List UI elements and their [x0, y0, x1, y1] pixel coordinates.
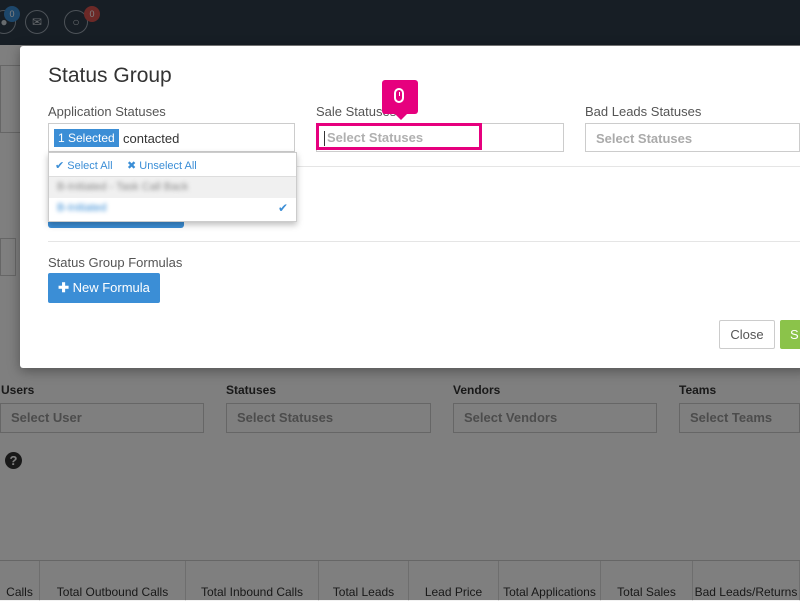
sale-statuses-placeholder: Select Statuses	[327, 130, 424, 145]
save-button[interactable]: S	[780, 320, 800, 349]
application-statuses-dropdown: ✔ Select All ✖ Unselect All B-Initiated …	[48, 152, 297, 222]
close-button[interactable]: Close	[719, 320, 775, 349]
times-icon: ✖	[127, 160, 137, 172]
check-icon: ✔	[55, 160, 65, 172]
dropdown-option-selected[interactable]: B-Initiated ✔	[49, 198, 296, 219]
bad-leads-statuses-label: Bad Leads Statuses	[585, 104, 702, 119]
status-group-modal: Status Group Application Statuses 1 Sele…	[20, 46, 800, 368]
select-all-link[interactable]: ✔ Select All	[55, 159, 113, 172]
bad-leads-statuses-placeholder: Select Statuses	[596, 131, 693, 146]
status-group-formulas-label: Status Group Formulas	[48, 255, 183, 270]
bad-leads-statuses-select[interactable]: Select Statuses	[585, 123, 800, 152]
divider	[48, 241, 800, 242]
option-label: B-Initiated	[57, 202, 107, 214]
dropdown-option[interactable]: B-Initiated - Task Call Back	[49, 177, 296, 198]
application-statuses-label: Application Statuses	[48, 104, 166, 119]
click-indicator	[382, 80, 418, 120]
new-formula-button[interactable]: ✚ New Formula	[48, 273, 160, 303]
plus-icon: ✚	[58, 280, 69, 295]
check-icon: ✔	[277, 201, 288, 215]
unselect-all-link[interactable]: ✖ Unselect All	[127, 159, 197, 172]
divider	[295, 166, 800, 167]
application-statuses-select[interactable]: 1 Selected contacted	[48, 123, 295, 152]
unselect-all-label: Unselect All	[139, 160, 197, 172]
option-label: B-Initiated - Task Call Back	[57, 181, 189, 193]
select-all-label: Select All	[67, 160, 113, 172]
mouse-icon	[394, 88, 404, 103]
modal-title: Status Group	[48, 64, 172, 87]
dropdown-actions: ✔ Select All ✖ Unselect All	[49, 153, 296, 177]
selected-count-tag: 1 Selected	[54, 129, 119, 147]
new-formula-label: New Formula	[72, 280, 150, 295]
text-caret	[324, 131, 325, 146]
application-statuses-value: contacted	[123, 131, 180, 146]
sale-statuses-input-highlight[interactable]: Select Statuses	[316, 123, 482, 150]
